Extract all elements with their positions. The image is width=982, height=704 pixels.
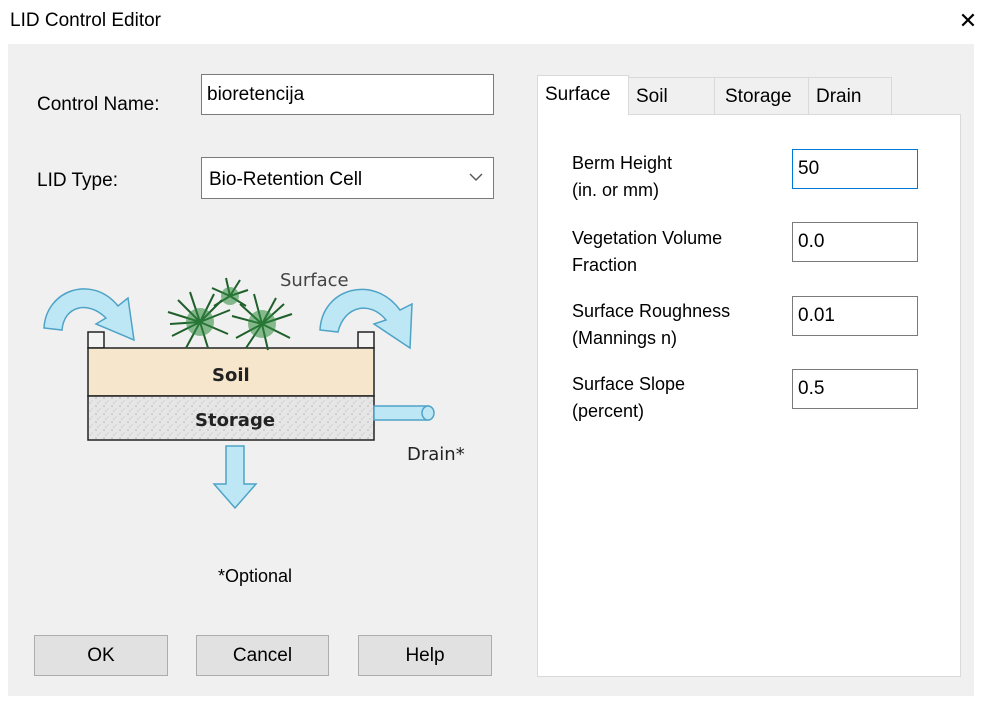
- tab-surface[interactable]: Surface: [537, 75, 629, 115]
- drain-pipe-icon: [373, 405, 435, 421]
- tab-storage[interactable]: Storage: [714, 77, 809, 114]
- surface-slope-label: Surface Slope (percent): [572, 374, 686, 421]
- tab-label: Drain: [816, 86, 862, 107]
- tab-drain[interactable]: Drain: [808, 77, 892, 114]
- tab-label: Storage: [725, 86, 792, 107]
- help-button[interactable]: Help: [358, 635, 492, 676]
- infiltration-arrow-icon: [212, 445, 258, 510]
- storage-layer-label: Storage: [195, 410, 275, 431]
- vegetation-volume-input[interactable]: [792, 222, 918, 262]
- window-title: LID Control Editor: [10, 10, 162, 31]
- berm-right: [357, 331, 375, 349]
- surface-slope-input[interactable]: [792, 369, 918, 409]
- lid-type-label: LID Type:: [37, 170, 118, 191]
- berm-height-input[interactable]: [792, 149, 918, 189]
- tab-soil[interactable]: Soil: [628, 77, 715, 114]
- lid-diagram: Surface Soil Storage Drain*: [43, 270, 465, 510]
- close-icon[interactable]: ✕: [953, 4, 982, 38]
- cancel-button[interactable]: Cancel: [196, 635, 329, 676]
- surface-roughness-input[interactable]: [792, 296, 918, 336]
- chevron-down-icon: [469, 173, 483, 181]
- control-name-input[interactable]: [201, 74, 494, 115]
- lid-type-selected-value: Bio-Retention Cell: [209, 169, 363, 190]
- title-bar: LID Control Editor ✕: [0, 0, 982, 44]
- berm-height-label: Berm Height (in. or mm): [572, 153, 673, 200]
- tab-label: Soil: [636, 86, 668, 107]
- ok-button[interactable]: OK: [34, 635, 168, 676]
- optional-note: *Optional: [218, 566, 293, 586]
- control-name-label: Control Name:: [37, 94, 160, 115]
- vegetation-volume-label: Vegetation Volume Fraction: [572, 228, 723, 275]
- drain-label: Drain*: [407, 444, 465, 465]
- surface-layer-label: Surface: [280, 270, 349, 291]
- surface-roughness-label: Surface Roughness (Mannings n): [572, 301, 731, 348]
- soil-layer-label: Soil: [212, 365, 250, 386]
- lid-type-dropdown[interactable]: Bio-Retention Cell: [201, 157, 494, 199]
- berm-left: [87, 331, 105, 349]
- tab-label: Surface: [545, 84, 611, 105]
- plant-foliage: [186, 287, 276, 338]
